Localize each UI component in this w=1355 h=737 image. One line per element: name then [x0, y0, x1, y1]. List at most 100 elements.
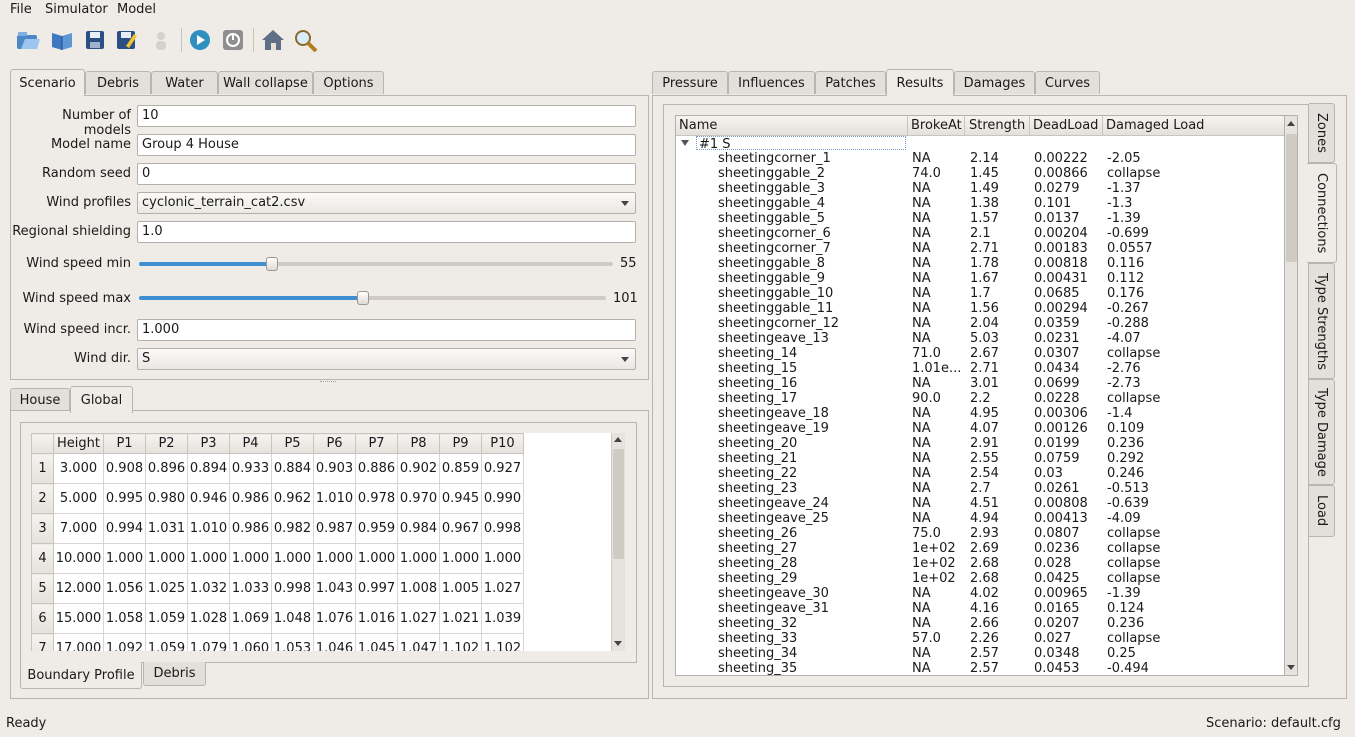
tree-item[interactable]: sheetingeave_31 NA 4.16 0.0165 0.124: [676, 601, 1276, 616]
column-header[interactable]: P10: [481, 433, 524, 454]
tree-item[interactable]: sheeting_26 75.0 2.93 0.0807 collapse: [676, 526, 1276, 541]
side-tab-load[interactable]: Load: [1309, 485, 1335, 537]
wind-dir-select[interactable]: S: [137, 348, 636, 370]
tree-item[interactable]: sheeting_22 NA 2.54 0.03 0.246: [676, 466, 1276, 481]
run-icon[interactable]: [185, 25, 215, 55]
table-cell[interactable]: 17.000: [53, 633, 104, 651]
table-cell[interactable]: 1.048: [271, 603, 314, 634]
num-models-input[interactable]: 10: [137, 105, 636, 127]
tree-item[interactable]: sheetinggable_5 NA 1.57 0.0137 -1.39: [676, 211, 1276, 226]
column-header[interactable]: P9: [439, 433, 482, 454]
table-cell[interactable]: 1.092: [103, 633, 146, 651]
table-cell[interactable]: 1.069: [229, 603, 272, 634]
table-cell[interactable]: 7.000: [53, 513, 104, 544]
tree-item[interactable]: sheeting_15 1.01e... 2.71 0.0434 -2.76: [676, 361, 1276, 376]
table-cell[interactable]: 1.005: [439, 573, 482, 604]
table-cell[interactable]: 0.903: [313, 453, 356, 484]
home-icon[interactable]: [258, 25, 288, 55]
table-cell[interactable]: 12.000: [53, 573, 104, 604]
tab-wall-collapse[interactable]: Wall collapse: [218, 71, 313, 94]
search-icon[interactable]: [291, 25, 321, 55]
table-cell[interactable]: 0.859: [439, 453, 482, 484]
save-as-icon[interactable]: [111, 25, 141, 55]
column-header[interactable]: P1: [103, 433, 146, 454]
tree-item[interactable]: sheeting_32 NA 2.66 0.0207 0.236: [676, 616, 1276, 631]
table-cell[interactable]: 1.102: [439, 633, 482, 651]
table-cell[interactable]: 1.027: [397, 603, 440, 634]
tree-item[interactable]: sheetinggable_3 NA 1.49 0.0279 -1.37: [676, 181, 1276, 196]
column-header[interactable]: P7: [355, 433, 398, 454]
tree-item[interactable]: sheetingeave_30 NA 4.02 0.00965 -1.39: [676, 586, 1276, 601]
table-cell[interactable]: 1.027: [481, 573, 524, 604]
column-header-brokeat[interactable]: BrokeAt: [911, 118, 962, 133]
table-cell[interactable]: 1.059: [145, 603, 188, 634]
table-cell[interactable]: 0.995: [103, 483, 146, 514]
table-cell[interactable]: 1.043: [313, 573, 356, 604]
tree-item[interactable]: sheeting_14 71.0 2.67 0.0307 collapse: [676, 346, 1276, 361]
tab-scenario[interactable]: Scenario: [10, 69, 85, 96]
table-cell[interactable]: 1.000: [481, 543, 524, 574]
open-folder-icon[interactable]: [13, 25, 43, 55]
table-cell[interactable]: 10.000: [53, 543, 104, 574]
tree-item[interactable]: sheetinggable_10 NA 1.7 0.0685 0.176: [676, 286, 1276, 301]
table-cell[interactable]: 0.982: [271, 513, 314, 544]
tree-item[interactable]: sheeting_17 90.0 2.2 0.0228 collapse: [676, 391, 1276, 406]
side-tab-type-damage[interactable]: Type Damage: [1309, 379, 1335, 485]
table-cell[interactable]: 1.000: [439, 543, 482, 574]
table-cell[interactable]: 1.021: [439, 603, 482, 634]
table-cell[interactable]: 0.978: [355, 483, 398, 514]
table-cell[interactable]: 1.102: [481, 633, 524, 651]
table-cell[interactable]: 0.990: [481, 483, 524, 514]
column-header[interactable]: P4: [229, 433, 272, 454]
table-cell[interactable]: 0.884: [271, 453, 314, 484]
table-cell[interactable]: 1.059: [145, 633, 188, 651]
tree-item[interactable]: sheeting_29 1e+02 2.68 0.0425 collapse: [676, 571, 1276, 586]
column-header[interactable]: P5: [271, 433, 314, 454]
open-book-icon[interactable]: [47, 25, 77, 55]
wind-profiles-select[interactable]: cyclonic_terrain_cat2.csv: [137, 192, 636, 214]
table-cell[interactable]: 0.886: [355, 453, 398, 484]
column-header[interactable]: P6: [313, 433, 356, 454]
table-cell[interactable]: 1.028: [187, 603, 230, 634]
side-tab-zones[interactable]: Zones: [1309, 103, 1335, 163]
table-cell[interactable]: 1.010: [187, 513, 230, 544]
table-cell[interactable]: 1.000: [103, 543, 146, 574]
table-cell[interactable]: 1.076: [313, 603, 356, 634]
row-header[interactable]: 1: [31, 453, 54, 484]
wind-speed-min-handle[interactable]: [265, 257, 278, 271]
table-cell[interactable]: 1.000: [397, 543, 440, 574]
tab-profile-debris[interactable]: Debris: [143, 662, 206, 686]
tree-item[interactable]: sheetingcorner_6 NA 2.1 0.00204 -0.699: [676, 226, 1276, 241]
column-header[interactable]: P2: [145, 433, 188, 454]
table-cell[interactable]: 0.967: [439, 513, 482, 544]
tree-item[interactable]: sheeting_20 NA 2.91 0.0199 0.236: [676, 436, 1276, 451]
column-header-deadload[interactable]: DeadLoad: [1033, 118, 1098, 133]
wind-speed-incr-input[interactable]: 1.000: [137, 319, 636, 341]
table-cell[interactable]: 1.045: [355, 633, 398, 651]
table-cell[interactable]: 1.000: [271, 543, 314, 574]
table-cell[interactable]: 0.998: [481, 513, 524, 544]
table-cell[interactable]: 1.058: [103, 603, 146, 634]
stop-icon[interactable]: [218, 25, 248, 55]
table-cell[interactable]: 1.060: [229, 633, 272, 651]
table-cell[interactable]: 0.946: [187, 483, 230, 514]
table-cell[interactable]: 15.000: [53, 603, 104, 634]
tree-item[interactable]: sheetinggable_4 NA 1.38 0.101 -1.3: [676, 196, 1276, 211]
table-cell[interactable]: 1.008: [397, 573, 440, 604]
table-cell[interactable]: 0.894: [187, 453, 230, 484]
tab-boundary-profile[interactable]: Boundary Profile: [20, 662, 142, 689]
tree-item[interactable]: sheetinggable_11 NA 1.56 0.00294 -0.267: [676, 301, 1276, 316]
table-cell[interactable]: 1.000: [187, 543, 230, 574]
tab-global[interactable]: Global: [70, 386, 133, 413]
table-cell[interactable]: 0.962: [271, 483, 314, 514]
tab-water[interactable]: Water: [151, 71, 218, 94]
table-cell[interactable]: 3.000: [53, 453, 104, 484]
expand-arrow-icon[interactable]: [681, 140, 689, 146]
tree-item[interactable]: sheeting_21 NA 2.55 0.0759 0.292: [676, 451, 1276, 466]
table-cell[interactable]: 1.033: [229, 573, 272, 604]
tree-item[interactable]: sheetingcorner_7 NA 2.71 0.00183 0.0557: [676, 241, 1276, 256]
table-cell[interactable]: 0.902: [397, 453, 440, 484]
wind-speed-max-slider[interactable]: [139, 296, 606, 300]
table-cell[interactable]: 1.031: [145, 513, 188, 544]
table-cell[interactable]: 5.000: [53, 483, 104, 514]
